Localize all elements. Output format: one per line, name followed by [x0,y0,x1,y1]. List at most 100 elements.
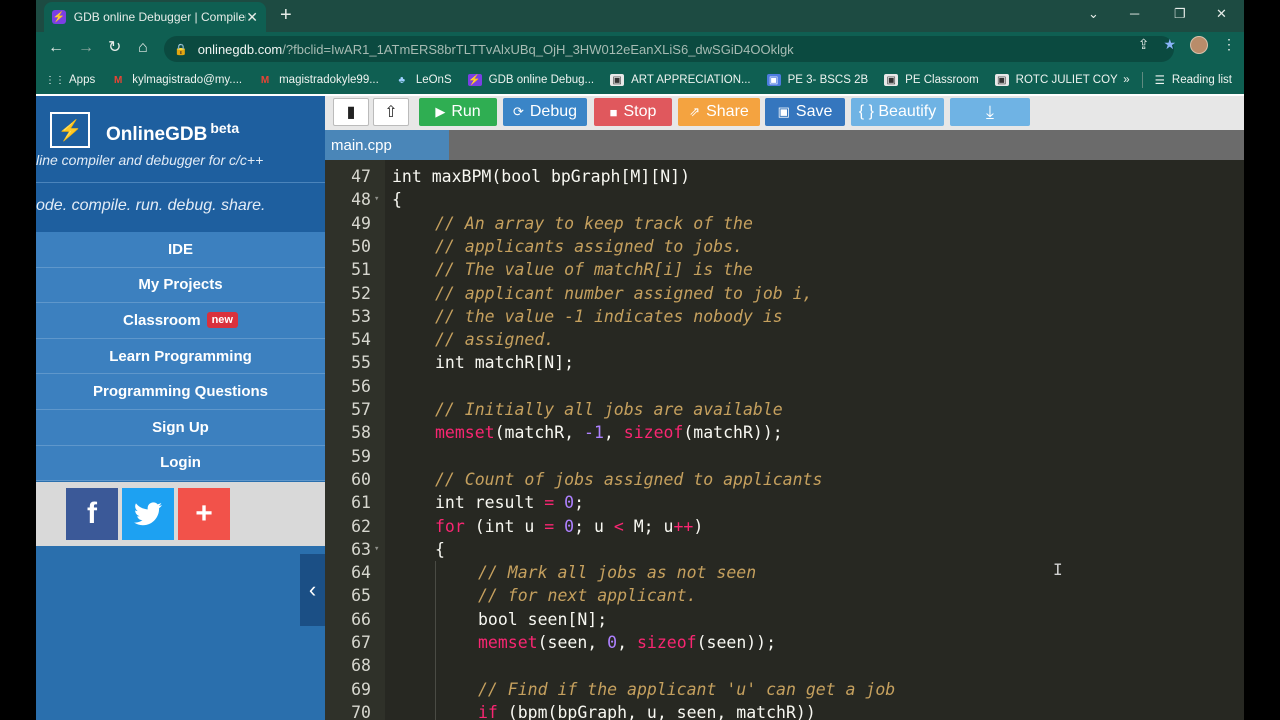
brand-name[interactable]: OnlineGDB beta [106,120,239,146]
sidebar-item-learn-programming[interactable]: Learn Programming [36,338,325,375]
home-icon[interactable]: ⌂ [138,39,148,57]
line-number: 59 [351,446,371,466]
stop-button[interactable]: ■ Stop [594,98,672,126]
close-window-icon[interactable]: ✕ [1216,6,1227,22]
code-token: // applicants assigned to jobs. [435,236,743,256]
code-token: // the value -1 indicates nobody is [435,306,783,326]
brand-tagline: line compiler and debugger for c/c++ [36,152,264,168]
restore-icon[interactable]: ❐ [1174,6,1186,22]
sidebar-item-sign-up[interactable]: Sign Up [36,409,325,446]
download-icon[interactable]: ⤓ [950,98,1030,126]
more-bookmarks-icon[interactable]: » [1123,74,1129,86]
run-button[interactable]: ▶ Run [419,98,497,126]
code-editor[interactable]: I 47 int maxBPM(bool bpGraph[M][N]) 48 ▾{49… [325,160,1244,720]
code-text: memset(matchR, -1, sizeof(matchR)); [435,421,783,444]
divider [1141,72,1143,88]
fold-toggle-icon[interactable]: ▾ [374,188,379,211]
line-number: 62 [351,516,371,536]
forward-icon[interactable]: → [78,39,94,57]
code-token: { [392,190,402,210]
beautify-button[interactable]: { } Beautify [851,98,944,126]
code-text: // the value -1 indicates nobody is [435,305,783,328]
minimize-icon[interactable]: ─ [1130,6,1139,21]
bookmark-leons[interactable]: ♣ LeOnS [395,74,452,86]
close-tab-icon[interactable]: ✕ [246,9,258,26]
code-token: M; u [623,516,674,536]
tab-main-cpp[interactable]: main.cpp [325,130,449,160]
code-text: bool seen[N]; [478,608,607,631]
code-text: memset(seen, 0, sizeof(seen)); [478,631,776,654]
line-number: 69 [351,679,371,699]
twitter-icon[interactable] [122,488,174,540]
code-token: (seen, [537,633,608,652]
facebook-icon[interactable]: f [66,488,118,540]
code-line: 68 [325,654,1244,677]
fold-toggle-icon[interactable]: ▾ [374,538,379,561]
browser-tab[interactable]: ⚡ GDB online Debugger | Compiler ✕ [44,2,266,32]
code-line: 49 // An array to keep track of the [325,212,1244,235]
line-number: 68 [351,656,371,676]
sidebar-item-login[interactable]: Login [36,445,325,482]
code-token: // An array to keep track of the [435,213,753,233]
new-tab-icon[interactable]: + [280,5,292,25]
bookmark-gdb[interactable]: ⚡ GDB online Debug... [467,74,594,86]
back-icon[interactable]: ← [48,39,64,57]
line-number: 49 [351,213,371,233]
code-token: = [544,493,555,513]
share-page-icon[interactable]: ⇪ [1138,36,1150,54]
tab-search-icon[interactable]: ⌄ [1088,6,1099,22]
code-line: 57 // Initially all jobs are available [325,398,1244,421]
code-token: // assigned. [435,330,555,350]
reload-icon[interactable]: ↻ [108,39,121,57]
code-line: 51 // The value of matchR[i] is the [325,258,1244,281]
browser-menu-icon[interactable]: ⋮ [1222,36,1236,54]
profile-avatar[interactable] [1190,36,1208,54]
bookmark-pe-classroom[interactable]: ▣ PE Classroom [884,74,979,86]
bookmark-pe3[interactable]: ▣ PE 3- BSCS 2B [766,74,868,86]
code-line: 63 ▾ { [325,538,1244,561]
upload-file-icon[interactable]: ⇧ [373,98,409,126]
toolbar-right-icons: ⇪ ★ ⋮ [1138,36,1236,54]
lock-icon: 🔒 [174,43,188,56]
code-token: { [435,539,445,559]
save-button[interactable]: ▣ Save [765,98,845,126]
code-text: if (bpm(bpGraph, u, seen, matchR)) [478,701,816,720]
code-line: 64 // Mark all jobs as not seen [325,561,1244,584]
code-line: 53 // the value -1 indicates nobody is [325,305,1244,328]
bookmark-apps[interactable]: ⋮⋮ Apps [45,74,95,86]
bookmark-gmail-1[interactable]: Mkylmagistrado@my.... [111,74,242,86]
stop-icon: ■ [609,104,618,120]
line-number: 58 [351,423,371,443]
bookmark-rotc[interactable]: ▣ ROTC JULIET COY [994,74,1118,86]
bookmark-art[interactable]: ▣ ART APPRECIATION... [610,74,751,86]
sidebar-item-classroom[interactable]: Classroom new [36,303,325,339]
onlinegdb-logo-icon[interactable]: ⚡ [50,112,90,148]
new-file-icon[interactable]: ▮ [333,98,369,126]
apps-grid-icon: ⋮⋮ [45,74,65,86]
line-number: 60 [351,469,371,489]
sidebar-item-programming-questions[interactable]: Programming Questions [36,374,325,410]
line-number: 67 [351,633,371,652]
line-number: 55 [351,353,371,373]
code-token: sizeof [623,423,684,443]
code-token: for [435,516,465,536]
tab-strip: ⚡ GDB online Debugger | Compiler ✕ + ⌄ ─… [36,0,1244,32]
code-token: ; [574,493,585,513]
gmail-icon: M [114,74,123,86]
reading-list-button[interactable]: Reading list [1172,74,1232,86]
debug-button[interactable]: ⟳ Debug [503,98,587,126]
code-token: (int u [464,516,545,536]
code-text: for (int u = 0; u < M; u++) [435,515,703,538]
share-button[interactable]: ⇗ Share [678,98,760,126]
bookmark-gmail-2[interactable]: Mmagistradokyle99... [258,74,379,86]
plus-share-icon[interactable]: + [178,488,230,540]
sidebar-item-ide[interactable]: IDE [36,232,325,268]
motto-row: ode. compile. run. debug. share. [36,182,325,232]
sidebar-menu: IDE My Projects Classroom new Learn Progr… [36,232,325,482]
collapse-sidebar-icon[interactable]: ‹ [300,554,325,626]
classroom-icon: ▣ [610,74,625,86]
bookmark-star-icon[interactable]: ★ [1163,36,1176,54]
sidebar-item-my-projects[interactable]: My Projects [36,267,325,304]
address-bar[interactable]: 🔒 onlinegdb.com/?fbclid=IwAR1_1ATmERS8br… [164,36,1174,62]
code-text: // The value of matchR[i] is the [435,258,753,281]
